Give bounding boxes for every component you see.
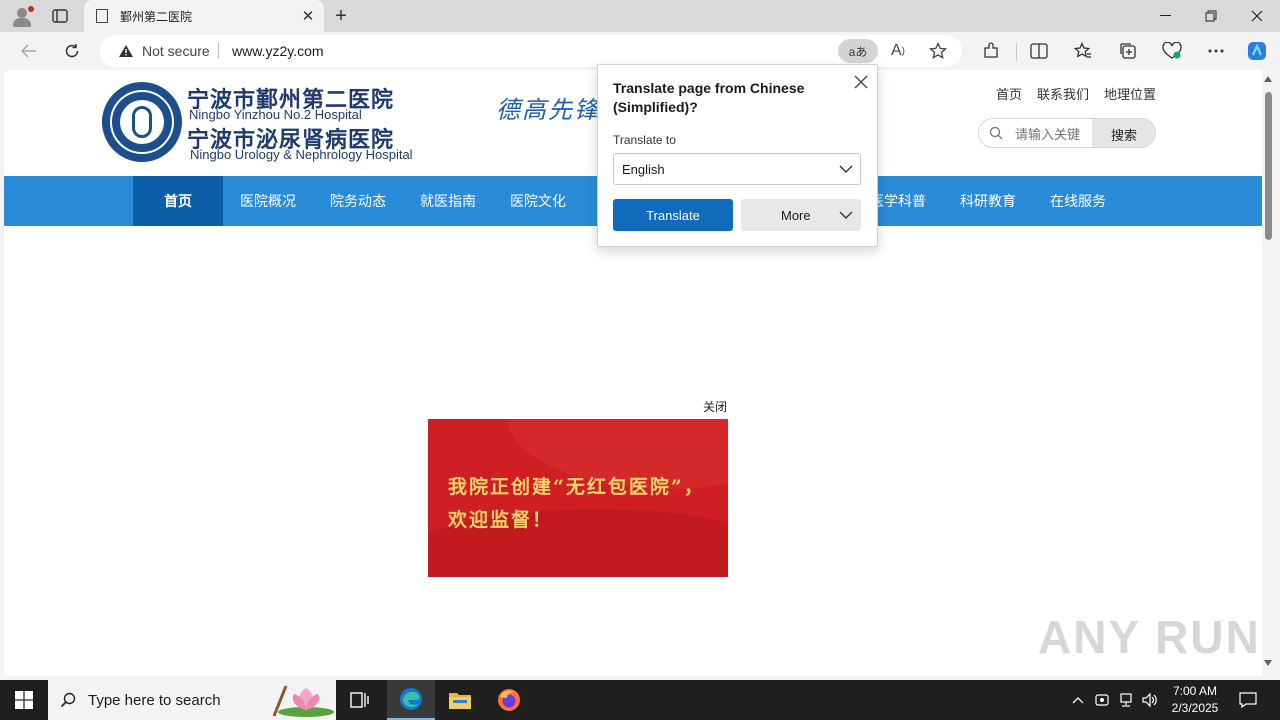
- page-icon: [96, 9, 108, 23]
- hospital-name-1-en: Ningbo Yinzhou No.2 Hospital: [189, 107, 362, 122]
- clock-time: 7:00 AM: [1172, 684, 1218, 698]
- tab-title: 鄞州第二医院: [120, 9, 193, 24]
- language-value: English: [622, 162, 665, 177]
- nav-item-home[interactable]: 首页: [133, 176, 223, 226]
- nav-item-guide[interactable]: 就医指南: [403, 176, 493, 226]
- scroll-down-icon[interactable]: [1264, 660, 1272, 666]
- top-link-location[interactable]: 地理位置: [1104, 84, 1156, 103]
- clock-date: 2/3/2025: [1171, 701, 1219, 715]
- windows-start-icon[interactable]: [0, 680, 48, 720]
- watermark-logo: ANY RUN: [1038, 611, 1261, 663]
- meet-now-icon[interactable]: [1092, 690, 1112, 710]
- address-bar[interactable]: Not secure www.yz2y.com aあ A): [100, 35, 962, 67]
- chevron-down-icon: [839, 211, 853, 219]
- page-scrollbar[interactable]: [1262, 70, 1280, 676]
- translate-to-label: Translate to: [613, 133, 676, 147]
- scroll-thumb[interactable]: [1265, 92, 1272, 240]
- firefox-icon[interactable]: [485, 680, 533, 720]
- popup-close-link[interactable]: 关闭: [703, 398, 727, 415]
- top-link-contact[interactable]: 联系我们: [1037, 84, 1089, 103]
- back-icon[interactable]: [14, 36, 44, 66]
- favorites-icon[interactable]: [1072, 40, 1094, 62]
- taskbar: Type here to search 7:00 AM 2/3/2025: [0, 680, 1280, 720]
- refresh-icon[interactable]: [57, 36, 87, 66]
- minimize-icon[interactable]: [1142, 0, 1188, 32]
- read-aloud-icon[interactable]: A): [888, 41, 908, 61]
- warning-icon: [119, 45, 133, 57]
- copilot-icon[interactable]: [1246, 40, 1268, 62]
- site-search-button[interactable]: 搜索: [1092, 119, 1155, 147]
- task-view-icon[interactable]: [336, 680, 384, 720]
- translate-title: Translate page from Chinese (Simplified)…: [613, 80, 805, 115]
- notifications-icon[interactable]: [1238, 690, 1258, 710]
- banner-text: 我院正创建“无红包医院”，欢迎监督！: [448, 476, 705, 531]
- security-label[interactable]: Not secure: [142, 43, 210, 59]
- browser-tab[interactable]: 鄞州第二医院 ✕: [84, 0, 324, 32]
- nav-item-online[interactable]: 在线服务: [1033, 176, 1123, 226]
- language-select[interactable]: English: [613, 153, 861, 185]
- translate-button[interactable]: Translate: [613, 199, 733, 231]
- more-button-label: More: [781, 208, 811, 223]
- split-screen-icon[interactable]: [1028, 40, 1050, 62]
- more-options-icon[interactable]: [1205, 40, 1227, 62]
- chevron-down-icon: [839, 165, 853, 173]
- top-link-home[interactable]: 首页: [996, 84, 1022, 103]
- new-tab-icon[interactable]: +: [328, 4, 354, 28]
- search-icon: [989, 126, 1003, 140]
- collections-icon[interactable]: [1117, 40, 1139, 62]
- restore-icon[interactable]: [1188, 0, 1234, 32]
- taskbar-search[interactable]: Type here to search: [48, 680, 336, 720]
- close-tab-icon[interactable]: ✕: [296, 4, 320, 28]
- nav-item-culture[interactable]: 医院文化: [493, 176, 583, 226]
- volume-icon[interactable]: [1140, 690, 1160, 710]
- nav-item-overview[interactable]: 医院概况: [223, 176, 313, 226]
- hospital-name-2-en: Ningbo Urology & Nephrology Hospital: [190, 147, 413, 162]
- lotus-icon: [272, 685, 334, 717]
- url-text[interactable]: www.yz2y.com: [232, 43, 324, 59]
- site-search: 搜索: [978, 118, 1156, 148]
- taskbar-clock[interactable]: 7:00 AM 2/3/2025: [1162, 683, 1228, 717]
- browser-essentials-icon[interactable]: [1161, 40, 1183, 62]
- tray-chevron-up-icon[interactable]: [1068, 690, 1088, 710]
- network-icon[interactable]: [1116, 690, 1136, 710]
- file-explorer-icon[interactable]: [436, 680, 484, 720]
- extensions-icon[interactable]: [980, 40, 1002, 62]
- slogan: 德高先锋: [496, 96, 600, 124]
- tab-actions-icon[interactable]: [46, 4, 74, 28]
- hospital-logo-icon[interactable]: [102, 82, 182, 162]
- nav-item-news[interactable]: 院务动态: [313, 176, 403, 226]
- search-icon: [60, 692, 76, 708]
- favorite-star-icon[interactable]: [928, 41, 948, 61]
- close-dialog-icon[interactable]: [852, 73, 870, 91]
- translate-icon[interactable]: aあ: [838, 39, 878, 63]
- close-window-icon[interactable]: [1234, 0, 1280, 32]
- top-links: 首页 联系我们 地理位置: [996, 84, 1156, 103]
- translate-dialog: Translate page from Chinese (Simplified)…: [597, 64, 878, 247]
- edge-taskbar-icon[interactable]: [387, 680, 435, 720]
- more-button[interactable]: More: [741, 199, 861, 231]
- popup-banner[interactable]: 我院正创建“无红包医院”，欢迎监督！: [428, 419, 728, 577]
- nav-item-research[interactable]: 科研教育: [943, 176, 1033, 226]
- scroll-up-icon[interactable]: [1264, 76, 1272, 82]
- site-search-input[interactable]: [1015, 125, 1087, 143]
- tab-strip: 鄞州第二医院 ✕ +: [0, 0, 1280, 32]
- profile-icon[interactable]: [8, 4, 36, 28]
- taskbar-search-text: Type here to search: [88, 692, 221, 709]
